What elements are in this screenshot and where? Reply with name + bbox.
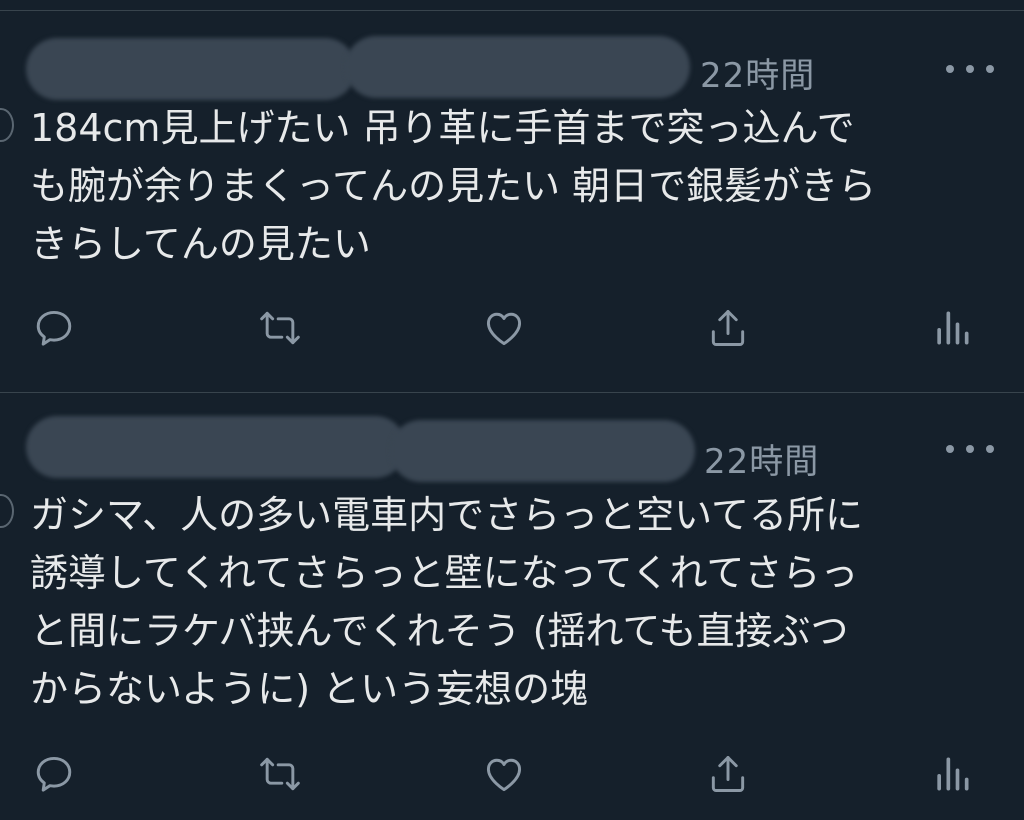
tweet-text: ガシマ、人の多い電車内でさらっと空いてる所に 誘導してくれてさらっと壁になってく… (30, 493, 863, 711)
tweet-card[interactable]: 22時間 184cm見上げたい 吊り革に手首まで突っ込んで も腕が余りまくってん… (0, 0, 1024, 392)
retweet-icon[interactable] (256, 750, 304, 798)
tweet-timestamp[interactable]: 22時間 (700, 48, 815, 97)
tweet-text: 184cm見上げたい 吊り革に手首まで突っ込んで も腕が余りまくってんの見たい … (30, 106, 877, 266)
avatar[interactable] (0, 494, 14, 528)
retweet-icon[interactable] (256, 304, 304, 352)
like-heart-icon[interactable] (480, 304, 528, 352)
tweet-timestamp[interactable]: 22時間 (704, 434, 819, 483)
share-icon[interactable] (704, 304, 752, 352)
redacted-display-name (26, 38, 356, 100)
analytics-bar-chart-icon[interactable] (928, 304, 976, 352)
like-heart-icon[interactable] (480, 750, 528, 798)
share-icon[interactable] (704, 750, 752, 798)
redacted-display-name (26, 416, 406, 478)
timeline: 22時間 184cm見上げたい 吊り革に手首まで突っ込んで も腕が余りまくってん… (0, 0, 1024, 820)
reply-icon[interactable] (30, 304, 78, 352)
reply-icon[interactable] (30, 750, 78, 798)
more-options-icon[interactable] (946, 62, 994, 76)
avatar[interactable] (0, 108, 14, 142)
more-options-icon[interactable] (946, 442, 994, 456)
redacted-username (390, 420, 695, 482)
redacted-username (345, 36, 690, 98)
analytics-bar-chart-icon[interactable] (928, 750, 976, 798)
tweet-card[interactable]: 22時間 ガシマ、人の多い電車内でさらっと空いてる所に 誘導してくれてさらっと壁… (0, 392, 1024, 820)
